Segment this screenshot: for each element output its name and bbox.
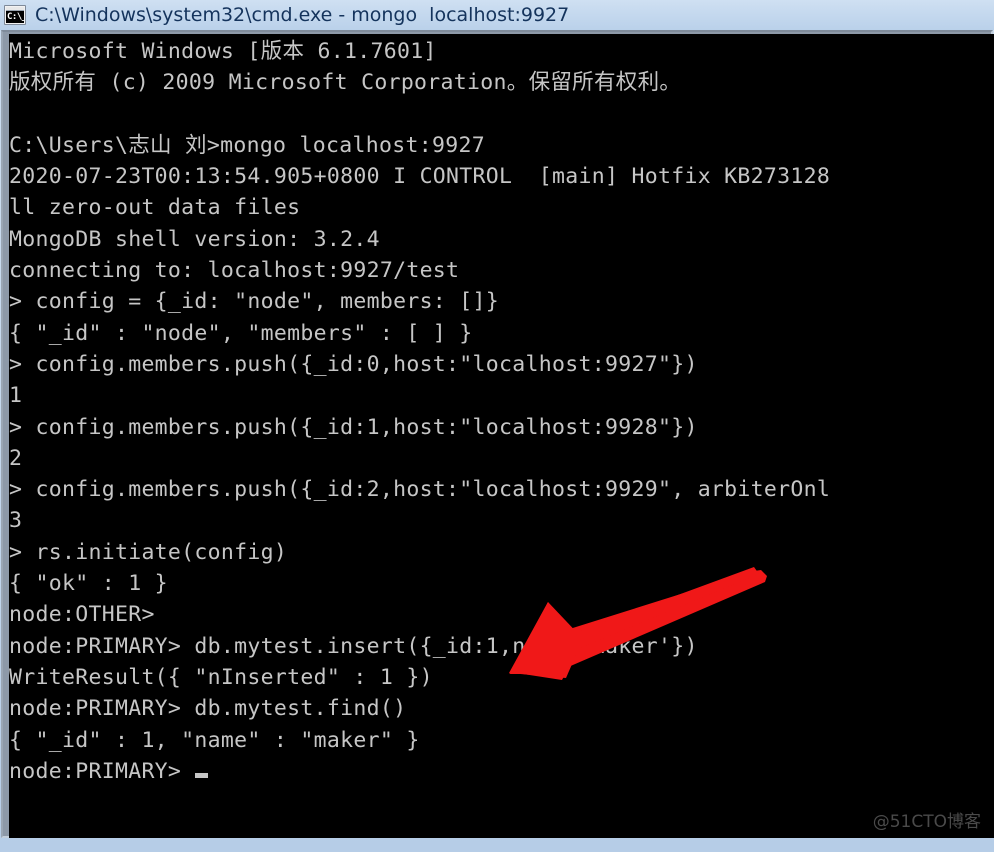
terminal-line: MongoDB shell version: 3.2.4 bbox=[9, 224, 994, 255]
terminal-line-text: > config.members.push({_id:0,host:"local… bbox=[9, 351, 698, 377]
terminal-line-text: 2020-07-23T00:13:54.905+0800 I CONTROL [… bbox=[9, 164, 831, 190]
terminal-line-text: node:PRIMARY> bbox=[9, 758, 195, 784]
command-prompt-window: C:\_ C:\Windows\system32\cmd.exe - mongo… bbox=[0, 0, 994, 852]
terminal-line-text: 2 bbox=[9, 445, 23, 471]
terminal-line: 2 bbox=[9, 443, 994, 474]
terminal-line: WriteResult({ "nInserted" : 1 }) bbox=[9, 662, 994, 693]
terminal-line: 1 bbox=[9, 380, 994, 411]
terminal-line-text: 版权所有 (c) 2009 Microsoft Corporation。保留所有… bbox=[9, 70, 682, 96]
terminal-line: C:\Users\志山 刘>mongo localhost:9927 bbox=[9, 130, 994, 161]
terminal-line: 3 bbox=[9, 505, 994, 536]
terminal-line-text: > config.members.push({_id:1,host:"local… bbox=[9, 414, 698, 440]
terminal-line: > config.members.push({_id:2,host:"local… bbox=[9, 474, 994, 505]
terminal-line-text: WriteResult({ "nInserted" : 1 }) bbox=[9, 664, 433, 690]
terminal-line: node:PRIMARY> bbox=[9, 756, 994, 787]
console-frame-border: Microsoft Windows [版本 6.1.7601] 版权所有 (c) … bbox=[1, 30, 994, 838]
terminal-line: 版权所有 (c) 2009 Microsoft Corporation。保留所有… bbox=[9, 67, 994, 98]
terminal-line: > rs.initiate(config) bbox=[9, 537, 994, 568]
terminal-line: ll zero-out data files bbox=[9, 192, 994, 223]
terminal-line: > config = {_id: "node", members: []} bbox=[9, 286, 994, 317]
terminal-line-text: { "_id" : "node", "members" : [ ] } bbox=[9, 320, 473, 346]
terminal-line-text: 3 bbox=[9, 508, 23, 534]
terminal-line: > config.members.push({_id:0,host:"local… bbox=[9, 349, 994, 380]
terminal-line-text: node:PRIMARY> db.mytest.insert({_id:1,na… bbox=[9, 633, 698, 659]
terminal-line: node:PRIMARY> db.mytest.insert({_id:1,na… bbox=[9, 631, 994, 662]
terminal-line: { "_id" : 1, "name" : "maker" } bbox=[9, 725, 994, 756]
terminal-line-text: > rs.initiate(config) bbox=[9, 539, 288, 565]
terminal-line-text: Microsoft Windows [版本 6.1.7601] bbox=[9, 39, 437, 64]
terminal-line-text: > config = {_id: "node", members: []} bbox=[9, 289, 500, 315]
terminal-line: node:OTHER> bbox=[9, 599, 994, 630]
cmd-icon-prompt-glyph: C:\_ bbox=[6, 11, 24, 23]
terminal-output: Microsoft Windows [版本 6.1.7601] 版权所有 (c) … bbox=[9, 36, 994, 787]
terminal-line: Microsoft Windows [版本 6.1.7601] bbox=[9, 36, 994, 67]
terminal-line-text: node:OTHER> bbox=[9, 602, 155, 628]
terminal-line-text: connecting to: localhost:9927/test bbox=[9, 258, 460, 284]
terminal-line-text: { "ok" : 1 } bbox=[9, 571, 168, 597]
terminal-line: 2020-07-23T00:13:54.905+0800 I CONTROL [… bbox=[9, 161, 994, 192]
terminal-line: node:PRIMARY> db.mytest.find() bbox=[9, 693, 994, 724]
terminal-line: connecting to: localhost:9927/test bbox=[9, 255, 994, 286]
window-title-bar[interactable]: C:\_ C:\Windows\system32\cmd.exe - mongo… bbox=[0, 0, 994, 30]
terminal-line-text: { "_id" : 1, "name" : "maker" } bbox=[9, 727, 420, 753]
window-title-text: C:\Windows\system32\cmd.exe - mongo loca… bbox=[35, 4, 570, 26]
terminal-cursor bbox=[195, 772, 209, 778]
terminal-line-text: ll zero-out data files bbox=[9, 195, 301, 221]
terminal-line-text: > config.members.push({_id:2,host:"local… bbox=[9, 477, 831, 503]
cmd-console-icon: C:\_ bbox=[4, 5, 26, 25]
terminal-line-text: MongoDB shell version: 3.2.4 bbox=[9, 226, 380, 252]
terminal-line-text: node:PRIMARY> db.mytest.find() bbox=[9, 696, 407, 722]
terminal-line: { "_id" : "node", "members" : [ ] } bbox=[9, 318, 994, 349]
terminal-line: > config.members.push({_id:1,host:"local… bbox=[9, 412, 994, 443]
console-screen[interactable]: Microsoft Windows [版本 6.1.7601] 版权所有 (c) … bbox=[9, 34, 994, 838]
terminal-line: { "ok" : 1 } bbox=[9, 568, 994, 599]
site-watermark: @51CTO博客 bbox=[872, 812, 981, 832]
terminal-line-text: 1 bbox=[9, 383, 23, 409]
terminal-line-text: C:\Users\志山 刘>mongo localhost:9927 bbox=[9, 132, 485, 158]
